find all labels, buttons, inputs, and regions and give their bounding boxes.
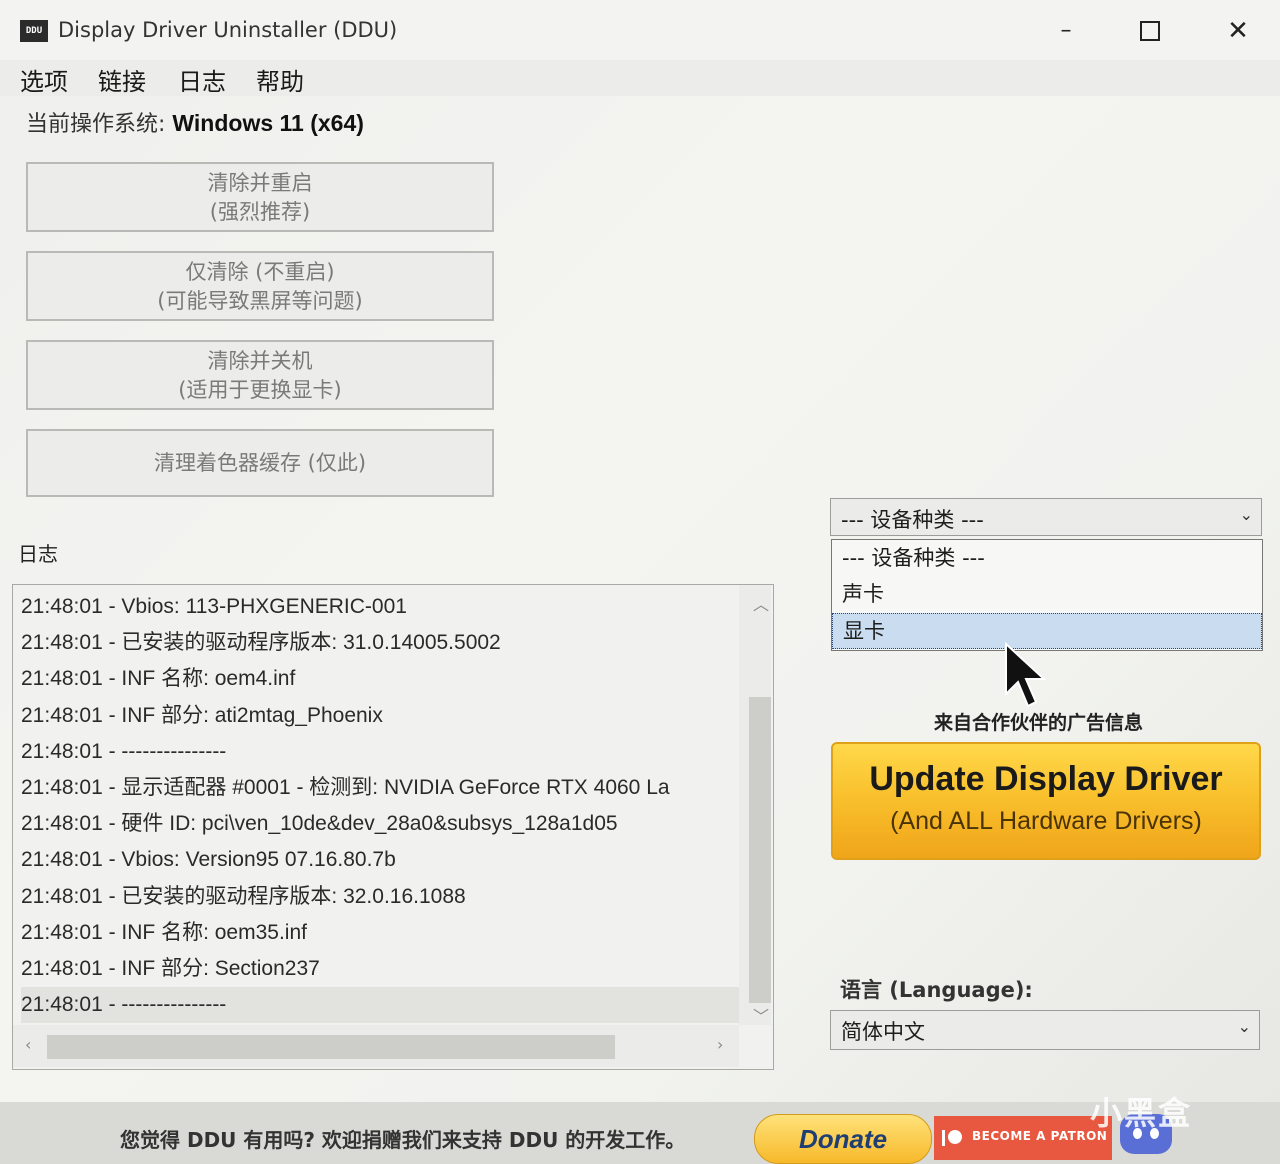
os-info: 当前操作系统: Windows 11 (x64) <box>26 106 364 138</box>
clean-and-restart-button[interactable]: 清除并重启 (强烈推荐) <box>26 162 494 232</box>
log-line: 21:48:01 - Vbios: Version95 07.16.80.7b <box>21 848 396 872</box>
log-vertical-scroll-thumb[interactable] <box>749 697 771 1003</box>
log-lines: 21:48:01 - Vbios: 113-PHXGENERIC-001 21:… <box>21 589 741 1024</box>
button-sublabel: (强烈推荐) <box>209 200 311 224</box>
clear-shader-cache-button[interactable]: 清理着色器缓存 (仅此) <box>26 429 494 497</box>
menu-links[interactable]: 链接 <box>98 62 146 97</box>
log-line: 21:48:01 - INF 部分: Section237 <box>21 956 320 980</box>
scroll-up-icon[interactable]: ︿ <box>753 591 769 615</box>
donate-button[interactable]: Donate <box>754 1114 932 1164</box>
os-value: Windows 11 (x64) <box>172 110 364 136</box>
log-vertical-scrollbar[interactable]: ︿ ﹀ <box>739 585 771 1027</box>
footer-bar: 您觉得 DDU 有用吗? 欢迎捐赠我们来支持 DDU 的开发工作。 Donate… <box>0 1102 1280 1164</box>
log-line: 21:48:01 - 硬件 ID: pci\ven_10de&dev_28a0&… <box>21 812 618 836</box>
maximize-icon <box>1140 21 1160 41</box>
donate-label: Donate <box>798 1124 888 1154</box>
log-horizontal-scroll-thumb[interactable] <box>47 1035 615 1059</box>
device-type-select[interactable]: --- 设备种类 --- ⌄ <box>830 498 1262 536</box>
button-label: 仅清除 (不重启) <box>185 260 335 284</box>
button-label: 清除并关机 <box>207 349 313 373</box>
log-line: 21:48:01 - 已安装的驱动程序版本: 31.0.14005.5002 <box>21 631 501 655</box>
patreon-label: BECOME A PATRON <box>972 1129 1108 1143</box>
watermark: 小黑盒 <box>1090 1094 1193 1132</box>
ad-caption: 来自合作伙伴的广告信息 <box>934 712 1144 734</box>
update-driver-ad-button[interactable]: Update Display Driver (And ALL Hardware … <box>831 742 1261 860</box>
title-bar: DDU Display Driver Uninstaller (DDU) – ✕ <box>0 0 1280 60</box>
device-type-value: --- 设备种类 --- <box>841 508 984 532</box>
ad-title: Update Display Driver <box>869 760 1223 798</box>
language-label: 语言 (Language): <box>840 978 1033 1002</box>
log-line: 21:48:01 - Vbios: 113-PHXGENERIC-001 <box>21 595 407 618</box>
log-line: 21:48:01 - INF 名称: oem4.inf <box>21 667 296 691</box>
log-line-selected: 21:48:01 - --------------- <box>21 987 741 1024</box>
mouse-cursor-icon <box>1005 642 1047 708</box>
language-select[interactable]: 简体中文 ⌄ <box>830 1010 1260 1050</box>
minimize-button[interactable]: – <box>1046 14 1086 48</box>
button-label: 清除并重启 <box>207 171 313 195</box>
os-label: 当前操作系统: <box>26 112 173 137</box>
log-line: 21:48:01 - 显示适配器 #0001 - 检测到: NVIDIA GeF… <box>21 775 670 799</box>
clean-no-restart-button[interactable]: 仅清除 (不重启) (可能导致黑屏等问题) <box>26 251 494 321</box>
chevron-down-icon: ⌄ <box>1239 505 1253 524</box>
device-type-dropdown: --- 设备种类 --- 声卡 显卡 <box>831 539 1263 651</box>
close-button[interactable]: ✕ <box>1218 14 1258 48</box>
menu-bar: 选项 链接 日志 帮助 <box>0 60 1280 96</box>
patreon-circle-icon <box>948 1130 962 1144</box>
log-horizontal-scrollbar[interactable]: ‹ › <box>13 1025 739 1067</box>
chevron-down-icon: ⌄ <box>1237 1017 1251 1036</box>
donation-prompt: 您觉得 DDU 有用吗? 欢迎捐赠我们来支持 DDU 的开发工作。 <box>120 1128 686 1152</box>
window-title: Display Driver Uninstaller (DDU) <box>58 18 398 42</box>
button-label: 清理着色器缓存 (仅此) <box>153 451 367 475</box>
maximize-button[interactable] <box>1130 14 1170 48</box>
button-sublabel: (适用于更换显卡) <box>178 378 342 402</box>
menu-help[interactable]: 帮助 <box>256 62 304 97</box>
scroll-left-icon[interactable]: ‹ <box>25 1035 31 1054</box>
patreon-button[interactable]: BECOME A PATRON <box>934 1116 1112 1160</box>
log-line: 21:48:01 - INF 部分: ati2mtag_Phoenix <box>21 703 383 727</box>
button-sublabel: (可能导致黑屏等问题) <box>157 289 363 313</box>
log-line: 21:48:01 - INF 名称: oem35.inf <box>21 920 307 944</box>
scroll-down-icon[interactable]: ﹀ <box>753 1003 769 1027</box>
app-icon: DDU <box>20 20 48 42</box>
ad-subtitle: (And ALL Hardware Drivers) <box>890 807 1202 835</box>
log-line: 21:48:01 - --------------- <box>21 739 227 763</box>
dropdown-option[interactable]: --- 设备种类 --- <box>832 541 1262 577</box>
scroll-right-icon[interactable]: › <box>717 1035 723 1054</box>
menu-options[interactable]: 选项 <box>20 62 68 97</box>
language-value: 简体中文 <box>841 1020 925 1044</box>
patreon-icon <box>942 1130 945 1146</box>
dropdown-option-sound-card[interactable]: 声卡 <box>832 577 1262 613</box>
log-label: 日志 <box>18 542 58 566</box>
ddu-window: DDU Display Driver Uninstaller (DDU) – ✕… <box>0 0 1280 1164</box>
log-line: 21:48:01 - 已安装的驱动程序版本: 32.0.16.1088 <box>21 884 466 908</box>
log-list[interactable]: 21:48:01 - Vbios: 113-PHXGENERIC-001 21:… <box>12 584 774 1070</box>
menu-log[interactable]: 日志 <box>178 62 226 97</box>
clean-and-shutdown-button[interactable]: 清除并关机 (适用于更换显卡) <box>26 340 494 410</box>
